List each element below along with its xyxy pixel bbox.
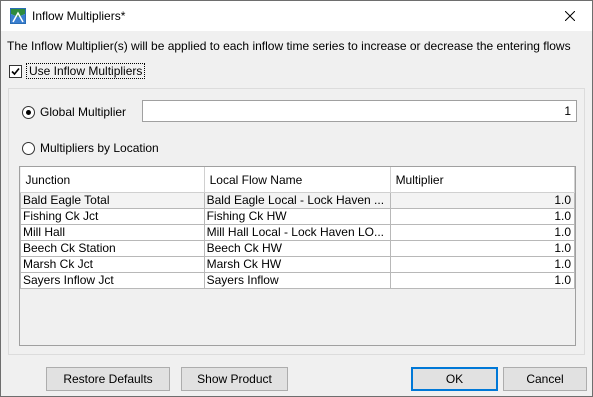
junction-cell[interactable]: Mill Hall [20,224,205,241]
inflow-multipliers-dialog: Inflow Multipliers* The Inflow Multiplie… [0,0,593,397]
table-row[interactable]: Marsh Ck Jct Marsh Ck HW 1.0 [20,256,576,273]
table-row[interactable]: Bald Eagle Total Bald Eagle Local - Lock… [20,192,576,209]
table-row[interactable]: Sayers Inflow Jct Sayers Inflow 1.0 [20,272,576,289]
multiplier-cell[interactable]: 1.0 [389,272,576,289]
restore-defaults-button[interactable]: Restore Defaults [46,367,170,391]
local-flow-name-cell[interactable]: Beech Ck HW [203,240,391,257]
title-bar: Inflow Multipliers* [1,1,592,31]
column-header-multiplier[interactable]: Multiplier [390,167,576,193]
close-button[interactable] [547,1,592,31]
use-inflow-multipliers-label[interactable]: Use Inflow Multipliers [26,63,146,79]
ok-button[interactable]: OK [411,367,498,391]
radio-selected-icon[interactable] [22,105,35,119]
local-flow-name-cell[interactable]: Sayers Inflow [203,272,391,289]
use-inflow-multipliers-checkbox[interactable]: Use Inflow Multipliers [9,63,146,79]
local-flow-name-cell[interactable]: Fishing Ck HW [203,208,391,225]
local-flow-name-cell[interactable]: Marsh Ck HW [203,256,391,273]
multiplier-cell[interactable]: 1.0 [389,224,576,241]
window-title: Inflow Multipliers* [32,9,126,23]
column-header-local-flow-name[interactable]: Local Flow Name [204,167,391,193]
checkbox-box[interactable] [9,64,22,78]
checkmark-icon [11,67,20,75]
global-multiplier-radio[interactable]: Global Multiplier [22,105,126,119]
global-multiplier-label[interactable]: Global Multiplier [40,105,126,119]
show-product-button[interactable]: Show Product [181,367,288,391]
multiplier-cell[interactable]: 1.0 [389,240,576,257]
table-header-row: Junction Local Flow Name Multiplier [20,167,576,193]
junction-cell[interactable]: Bald Eagle Total [20,192,205,209]
global-multiplier-input[interactable]: 1 [142,100,577,122]
local-flow-name-cell[interactable]: Mill Hall Local - Lock Haven LO... [203,224,391,241]
cancel-button[interactable]: Cancel [503,367,587,391]
column-header-junction[interactable]: Junction [20,167,205,193]
junction-cell[interactable]: Beech Ck Station [20,240,205,257]
close-icon [564,11,575,21]
junction-cell[interactable]: Marsh Ck Jct [20,256,205,273]
app-icon [10,8,26,24]
junction-cell[interactable]: Fishing Ck Jct [20,208,205,225]
multiplier-cell[interactable]: 1.0 [389,192,576,209]
table-row[interactable]: Fishing Ck Jct Fishing Ck HW 1.0 [20,208,576,225]
multipliers-table: Junction Local Flow Name Multiplier Bald… [19,166,576,346]
description-text: The Inflow Multiplier(s) will be applied… [7,39,571,53]
multipliers-by-location-label[interactable]: Multipliers by Location [40,141,159,155]
local-flow-name-cell[interactable]: Bald Eagle Local - Lock Haven ... [203,192,391,209]
radio-unselected-icon[interactable] [22,141,35,155]
multiplier-cell[interactable]: 1.0 [389,208,576,225]
table-row[interactable]: Mill Hall Mill Hall Local - Lock Haven L… [20,224,576,241]
multiplier-cell[interactable]: 1.0 [389,256,576,273]
table-row[interactable]: Beech Ck Station Beech Ck HW 1.0 [20,240,576,257]
junction-cell[interactable]: Sayers Inflow Jct [20,272,205,289]
multipliers-by-location-radio[interactable]: Multipliers by Location [22,141,159,155]
